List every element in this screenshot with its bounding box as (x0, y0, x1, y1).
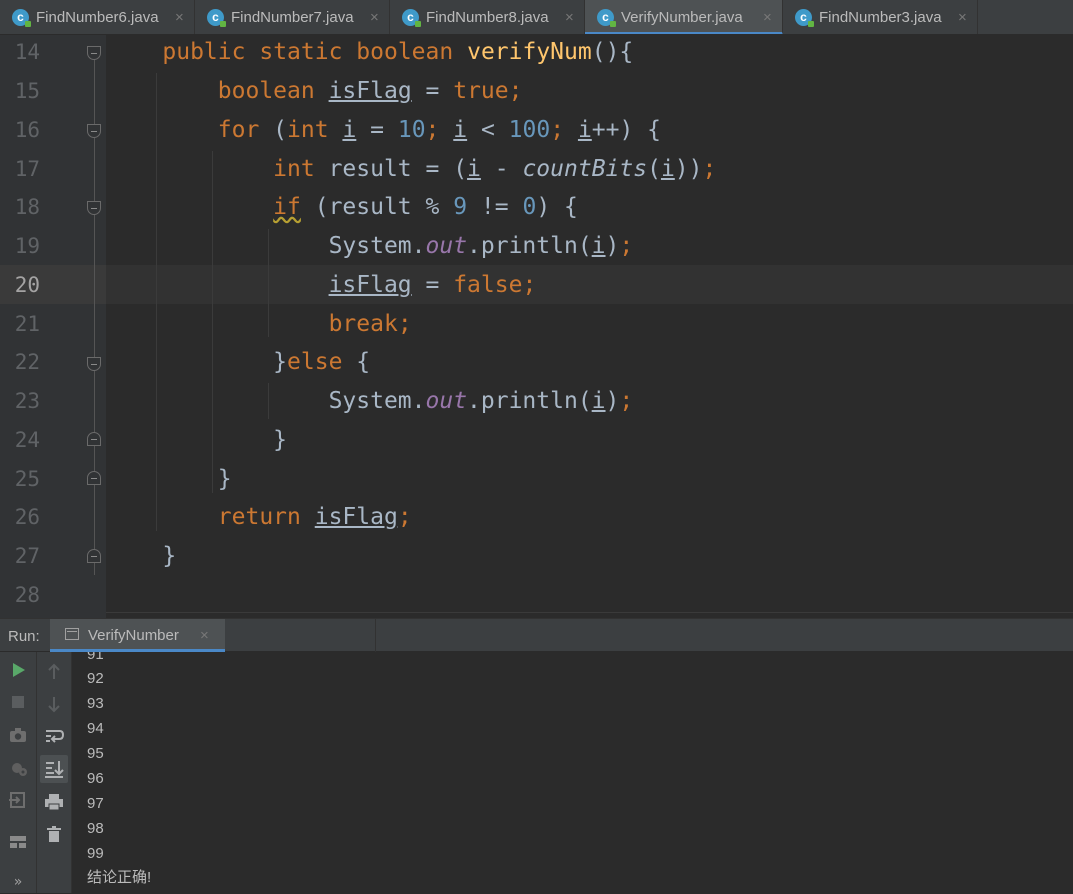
console-line: 99 (87, 845, 104, 862)
line-number: 17 (14, 157, 40, 181)
exit-icon[interactable] (6, 788, 30, 812)
line-number: 16 (14, 118, 40, 142)
arrow-down-icon[interactable] (42, 692, 66, 716)
fold-end-icon[interactable] (87, 549, 101, 563)
run-tab-verifynumber[interactable]: VerifyNumber × (50, 619, 225, 652)
trash-icon[interactable] (42, 822, 66, 846)
console-line: 97 (87, 795, 104, 812)
code-line: return isFlag; (217, 504, 412, 530)
console-line: 92 (87, 670, 104, 687)
console-line: 93 (87, 695, 104, 712)
tab-findnumber6[interactable]: c FindNumber6.java × (0, 0, 195, 34)
fold-end-icon[interactable] (87, 471, 101, 485)
java-class-icon: c (795, 9, 814, 27)
editor-divider (106, 612, 1073, 613)
console-line: 96 (87, 770, 104, 787)
tab-findnumber3[interactable]: c FindNumber3.java × (783, 0, 978, 34)
debug-icon[interactable] (6, 756, 30, 780)
arrow-up-icon[interactable] (42, 660, 66, 684)
close-icon[interactable]: × (565, 0, 574, 34)
code-line: System.out.println(i); (328, 388, 634, 414)
run-console: » 91 92 93 94 95 96 97 98 99 结论正确! (0, 652, 1073, 893)
line-number: 23 (14, 389, 40, 413)
console-output[interactable]: 91 92 93 94 95 96 97 98 99 结论正确! (87, 652, 1067, 893)
line-number: 19 (14, 234, 40, 258)
code-line: } (162, 543, 177, 569)
header-divider (375, 619, 376, 652)
fold-end-icon[interactable] (87, 432, 101, 446)
fold-collapse-icon[interactable] (87, 46, 101, 60)
tab-label: FindNumber6.java (36, 9, 159, 26)
editor-tab-bar: c FindNumber6.java × c FindNumber7.java … (0, 0, 1073, 35)
run-label: Run: (8, 628, 40, 645)
line-number: 27 (14, 544, 40, 568)
run-tab-label: VerifyNumber (88, 627, 179, 644)
line-number: 18 (14, 195, 40, 219)
tab-label: VerifyNumber.java (621, 9, 743, 26)
code-line: boolean isFlag = true; (217, 78, 523, 104)
line-number: 28 (14, 583, 40, 607)
run-toolbar-left: » (0, 652, 37, 893)
code-line: public static boolean verifyNum(){ (162, 39, 634, 65)
code-line: System.out.println(i); (328, 233, 634, 259)
expand-icon[interactable]: » (6, 870, 30, 894)
close-icon[interactable]: × (175, 0, 184, 34)
fold-collapse-icon[interactable] (87, 201, 101, 215)
tab-label: FindNumber8.java (426, 9, 549, 26)
print-icon[interactable] (42, 790, 66, 814)
camera-icon[interactable] (6, 723, 30, 747)
tab-findnumber8[interactable]: c FindNumber8.java × (390, 0, 585, 34)
tab-label: FindNumber7.java (231, 9, 354, 26)
run-toolbar-right (37, 652, 72, 893)
close-icon[interactable]: × (958, 0, 967, 34)
scroll-to-end-icon[interactable] (40, 755, 68, 783)
soft-wrap-icon[interactable] (42, 724, 66, 748)
java-class-icon: c (12, 9, 31, 27)
close-icon[interactable]: × (200, 627, 209, 644)
code-line: } (273, 427, 288, 453)
java-class-icon: c (402, 9, 421, 27)
tab-label: FindNumber3.java (819, 9, 942, 26)
code-line: } (217, 466, 232, 492)
line-number: 26 (14, 505, 40, 529)
run-tool-window-header: Run: VerifyNumber × (0, 618, 1073, 652)
run-icon[interactable] (6, 658, 30, 682)
layout-icon[interactable] (6, 830, 30, 854)
console-line: 结论正确! (87, 869, 152, 886)
code-line: break; (328, 311, 412, 337)
console-line: 91 (87, 652, 104, 663)
line-number: 21 (14, 312, 40, 336)
code-line: if (result % 9 != 0) { (273, 194, 578, 220)
tab-verifynumber[interactable]: c VerifyNumber.java × (585, 0, 783, 34)
line-number: 24 (14, 428, 40, 452)
fold-collapse-icon[interactable] (87, 357, 101, 371)
line-number: 14 (14, 40, 40, 64)
console-line: 98 (87, 820, 104, 837)
fold-collapse-icon[interactable] (87, 124, 101, 138)
close-icon[interactable]: × (370, 0, 379, 34)
line-number: 25 (14, 467, 40, 491)
console-line: 95 (87, 745, 104, 762)
stop-icon[interactable] (6, 690, 30, 714)
line-number: 22 (14, 350, 40, 374)
java-class-icon: c (597, 9, 616, 27)
close-icon[interactable]: × (763, 0, 772, 34)
code-line-current: isFlag = false; (328, 272, 537, 298)
console-line: 94 (87, 720, 104, 737)
java-class-icon: c (207, 9, 226, 27)
code-line: int result = (i - countBits(i)); (273, 156, 717, 182)
code-line: }else { (273, 349, 371, 375)
code-line: for (int i = 10; i < 100; i++) { (217, 117, 662, 143)
tab-findnumber7[interactable]: c FindNumber7.java × (195, 0, 390, 34)
console-icon (65, 628, 79, 640)
code-editor[interactable]: 14 15 16 17 18 19 20 21 22 23 24 25 26 2… (0, 35, 1073, 618)
line-number-current: 20 (14, 273, 40, 297)
line-number: 15 (14, 79, 40, 103)
